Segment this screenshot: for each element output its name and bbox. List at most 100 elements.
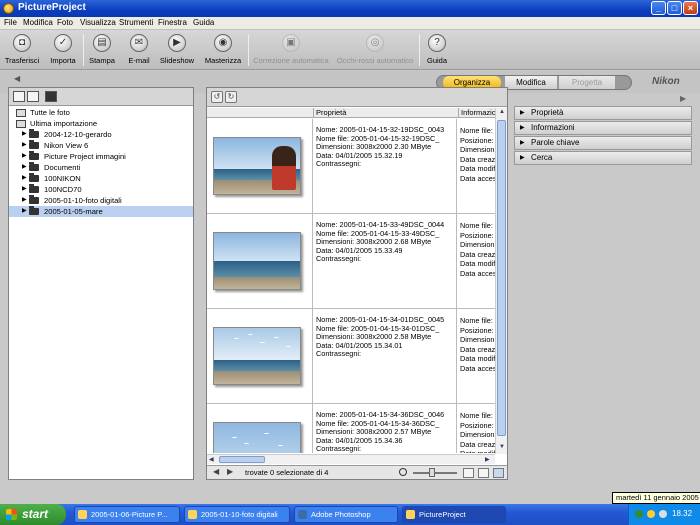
collection-button[interactable]: [45, 91, 57, 102]
expand-arrow-icon[interactable]: ▶: [22, 173, 27, 184]
date-tooltip: martedì 11 gennaio 2005: [612, 492, 700, 504]
vertical-scroll-thumb[interactable]: [497, 120, 506, 436]
taskbar-item[interactable]: Adobe Photoshop: [294, 506, 398, 523]
red-eye-button[interactable]: ◎ Occhi-rossi automatico: [335, 34, 415, 65]
help-button[interactable]: ? Guida: [423, 34, 451, 65]
photo-marks: Contrassegni:: [316, 444, 362, 453]
photo-rows: Nome: 2005-01-04-15-32-19DSC_0043 Nome f…: [207, 119, 507, 453]
mail-icon: ✉: [130, 34, 148, 52]
tree-folder[interactable]: ▶ 100NIKON: [9, 173, 193, 184]
expand-arrow-icon[interactable]: ▶: [22, 162, 27, 173]
table-row[interactable]: Nome: 2005-01-04-15-33-49DSC_0044 Nome f…: [207, 214, 507, 309]
file-info-cell: Nome file: 2Posizione: CDimensioni Data …: [460, 411, 496, 453]
expand-arrow-icon[interactable]: ▶: [22, 184, 27, 195]
menu-modifica[interactable]: Modifica: [23, 18, 53, 27]
expand-arrow-icon[interactable]: ▶: [22, 129, 27, 140]
all-photos-icon: [16, 109, 26, 117]
folder-icon: [29, 151, 39, 160]
tab-modifica[interactable]: Modifica: [505, 76, 557, 89]
table-row[interactable]: Nome: 2005-01-04-15-34-01DSC_0045 Nome f…: [207, 309, 507, 404]
horizontal-scroll-thumb[interactable]: [219, 456, 265, 463]
grid-view-icon[interactable]: [463, 468, 474, 478]
toolbar-separator: [248, 34, 249, 66]
column-properties[interactable]: Proprietà: [313, 108, 458, 118]
burn-button[interactable]: ◉ Masterizza: [203, 34, 243, 65]
vertical-scrollbar[interactable]: ▲ ▼: [495, 108, 507, 454]
transfer-label: Trasferisci: [4, 56, 40, 65]
table-row[interactable]: Nome: 2005-01-04-15-34-36DSC_0046 Nome f…: [207, 404, 507, 453]
zoom-icon: [399, 468, 407, 476]
volume-icon[interactable]: [659, 510, 667, 518]
tree-folder[interactable]: ▶ Nikon View 6: [9, 140, 193, 151]
scroll-left-icon[interactable]: ◀: [209, 456, 214, 463]
zoom-slider-track[interactable]: [413, 472, 457, 474]
thumbnail-view-icon[interactable]: [478, 468, 489, 478]
menu-file[interactable]: File: [4, 18, 17, 27]
photo-thumbnail[interactable]: [213, 327, 301, 385]
import-button[interactable]: ✓ Importa: [47, 34, 79, 65]
printer-icon: ▤: [93, 34, 111, 52]
scroll-right-icon[interactable]: ▶: [485, 456, 490, 463]
email-button[interactable]: ✉ E-mail: [123, 34, 155, 65]
photo-thumbnail[interactable]: [213, 137, 301, 195]
previous-icon[interactable]: ◀: [213, 467, 219, 476]
rotate-left-icon[interactable]: ↺: [211, 91, 223, 103]
folder-view-button[interactable]: [27, 91, 39, 102]
menu-finestra[interactable]: Finestra: [158, 18, 187, 27]
menu-strumenti[interactable]: Strumenti: [119, 18, 153, 27]
print-button[interactable]: ▤ Stampa: [86, 34, 118, 65]
slideshow-button[interactable]: ▶ Slideshow: [158, 34, 196, 65]
tree-folder[interactable]: ▶ 100NCD70: [9, 184, 193, 195]
title-bar[interactable]: PictureProject _ □ ×: [0, 0, 700, 17]
zoom-slider-handle[interactable]: [429, 468, 435, 477]
rotate-right-icon[interactable]: ↻: [225, 91, 237, 103]
menu-visualizza[interactable]: Visualizza: [80, 18, 116, 27]
taskbar-item[interactable]: 2005-01-06-Picture P...: [74, 506, 180, 523]
accordion-search[interactable]: ▶ Cerca: [514, 151, 692, 165]
tree-folder[interactable]: ▶ 2005-01-10-foto digitali: [9, 195, 193, 206]
tree-item-last-import[interactable]: Ultima importazione: [9, 118, 193, 129]
new-folder-button[interactable]: [13, 91, 25, 102]
tree-item-all-photos[interactable]: Tutte le foto: [9, 107, 193, 118]
expand-arrow-icon[interactable]: ▶: [22, 206, 27, 217]
print-label: Stampa: [89, 56, 115, 65]
menu-foto[interactable]: Foto: [57, 18, 73, 27]
menu-guida[interactable]: Guida: [193, 18, 214, 27]
maximize-button[interactable]: □: [667, 1, 682, 15]
horizontal-scrollbar[interactable]: ◀ ▶: [207, 454, 495, 464]
accordion-keywords[interactable]: ▶ Parole chiave: [514, 136, 692, 150]
taskbar-item[interactable]: 2005-01-10-foto digitali: [184, 506, 290, 523]
clock[interactable]: 18.32: [672, 509, 692, 518]
network-icon[interactable]: [635, 510, 643, 518]
accordion-properties[interactable]: ▶ Proprietà: [514, 106, 692, 120]
tree-folder-selected[interactable]: ▶ 2005-01-05-mare: [9, 206, 193, 217]
minimize-button[interactable]: _: [651, 1, 666, 15]
close-button[interactable]: ×: [683, 1, 698, 15]
folder-icon: [29, 184, 39, 193]
table-row[interactable]: Nome: 2005-01-04-15-32-19DSC_0043 Nome f…: [207, 119, 507, 214]
tree-folder[interactable]: ▶ Picture Project immagini: [9, 151, 193, 162]
next-icon[interactable]: ▶: [227, 467, 233, 476]
accordion-information[interactable]: ▶ Informazioni: [514, 121, 692, 135]
forward-arrow-icon[interactable]: ▶: [680, 94, 686, 103]
photo-thumbnail[interactable]: [213, 422, 301, 453]
scroll-down-icon[interactable]: ▼: [499, 444, 505, 450]
photo-thumbnail[interactable]: [213, 232, 301, 290]
expand-arrow-icon[interactable]: ▶: [22, 195, 27, 206]
auto-correct-button[interactable]: ▣ Correzione automatica: [252, 34, 330, 65]
folder-icon: [29, 206, 39, 215]
tree-folder[interactable]: ▶ Documenti: [9, 162, 193, 173]
status-bar: ◀ ▶ trovate 0 selezionate di 4: [207, 465, 507, 479]
tab-progetta[interactable]: Progetta: [559, 76, 615, 89]
taskbar-item-active[interactable]: PictureProject: [402, 506, 506, 523]
scroll-up-icon[interactable]: ▲: [499, 109, 505, 115]
start-button[interactable]: start: [0, 504, 66, 525]
transfer-button[interactable]: ◘ Trasferisci: [4, 34, 40, 65]
column-file-info[interactable]: Informazioni file: [458, 108, 496, 118]
back-arrow-icon[interactable]: ◀: [14, 74, 20, 83]
notification-icon[interactable]: [647, 510, 655, 518]
tree-folder[interactable]: ▶ 2004-12-10-gerardo: [9, 129, 193, 140]
expand-arrow-icon[interactable]: ▶: [22, 140, 27, 151]
list-view-icon[interactable]: [493, 468, 504, 478]
expand-arrow-icon[interactable]: ▶: [22, 151, 27, 162]
